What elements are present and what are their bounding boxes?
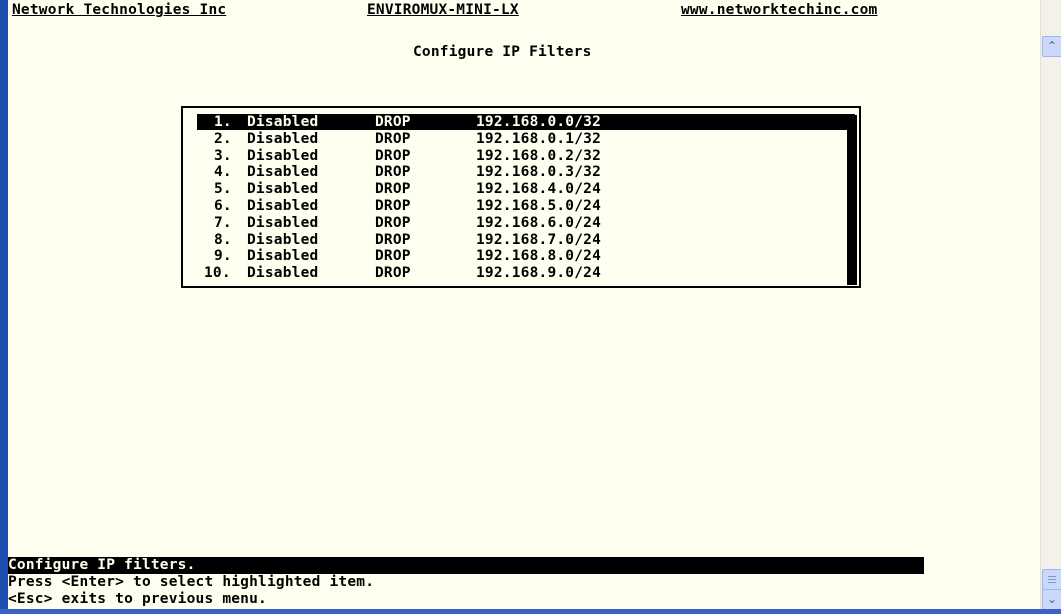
filter-address: 192.168.5.0/24 bbox=[476, 198, 602, 214]
filter-state: Disabled bbox=[247, 181, 319, 198]
filter-address: 192.168.0.1/32 bbox=[476, 130, 602, 147]
page-title: Configure IP Filters bbox=[413, 44, 592, 60]
filter-action: DROP bbox=[375, 130, 411, 147]
help-enter-text: Press <Enter> to select highlighted item… bbox=[8, 574, 375, 590]
filter-number: 5. bbox=[214, 181, 232, 198]
help-esc-text: <Esc> exits to previous menu. bbox=[8, 591, 267, 607]
filter-state: Disabled bbox=[247, 198, 319, 214]
filter-number: 2. bbox=[214, 130, 232, 147]
status-bar: Configure IP filters. bbox=[8, 557, 924, 574]
filter-row[interactable]: 6. Disabled DROP 192.168.5.0/24 bbox=[183, 198, 859, 214]
filter-row[interactable]: 3. Disabled DROP 192.168.0.2/32 bbox=[183, 148, 859, 164]
scroll-down-button[interactable]: ⌄ bbox=[1042, 589, 1061, 610]
filter-action: DROP bbox=[375, 164, 411, 181]
filter-address: 192.168.8.0/24 bbox=[476, 248, 602, 265]
filter-state: Disabled bbox=[247, 214, 319, 231]
filter-action: DROP bbox=[375, 265, 411, 282]
thumb-grip-line bbox=[1048, 582, 1056, 583]
filter-state: Disabled bbox=[247, 248, 319, 265]
filter-row[interactable]: 5. Disabled DROP 192.168.4.0/24 bbox=[183, 181, 859, 197]
terminal-window: Network Technologies Inc ENVIROMUX-MINI-… bbox=[0, 0, 1040, 614]
filter-address: 192.168.7.0/24 bbox=[476, 231, 602, 248]
filter-row[interactable]: 8. Disabled DROP 192.168.7.0/24 bbox=[183, 232, 859, 248]
header-bar: Network Technologies Inc ENVIROMUX-MINI-… bbox=[0, 2, 1040, 19]
company-name: Network Technologies Inc bbox=[12, 2, 227, 18]
filter-row[interactable]: 2. Disabled DROP 192.168.0.1/32 bbox=[183, 131, 859, 147]
filter-row[interactable]: 1. Disabled DROP 192.168.0.0/32 bbox=[197, 114, 855, 130]
status-message: Configure IP filters. bbox=[8, 557, 196, 573]
filter-row[interactable]: 9. Disabled DROP 192.168.8.0/24 bbox=[183, 248, 859, 264]
vertical-scrollbar[interactable]: ⌃ ⌄ bbox=[1040, 0, 1061, 610]
ip-filter-list[interactable]: 1. Disabled DROP 192.168.0.0/32 2. Disabled DR… bbox=[181, 106, 861, 288]
help-line-2: <Esc> exits to previous menu. bbox=[8, 591, 1040, 608]
website-url: www.networktechinc.com bbox=[681, 2, 878, 18]
filter-number: 7. bbox=[214, 214, 232, 231]
window-frame-bottom bbox=[0, 609, 1061, 614]
filter-number: 6. bbox=[214, 198, 232, 214]
filter-action: DROP bbox=[375, 248, 411, 265]
filter-address: 192.168.9.0/24 bbox=[476, 265, 602, 282]
window-frame-left bbox=[0, 0, 8, 612]
filter-number: 9. bbox=[214, 248, 232, 265]
filter-address: 192.168.4.0/24 bbox=[476, 181, 602, 198]
chevron-up-icon: ⌃ bbox=[1046, 39, 1058, 53]
filter-state: Disabled bbox=[247, 265, 319, 282]
filter-state: Disabled bbox=[247, 231, 319, 248]
product-name: ENVIROMUX-MINI-LX bbox=[367, 2, 519, 18]
filter-number: 3. bbox=[214, 147, 232, 164]
filter-action: DROP bbox=[375, 114, 411, 130]
filter-row[interactable]: 7. Disabled DROP 192.168.6.0/24 bbox=[183, 215, 859, 231]
filter-state: Disabled bbox=[247, 114, 319, 130]
filter-action: DROP bbox=[375, 198, 411, 214]
filter-action: DROP bbox=[375, 231, 411, 248]
filter-row[interactable]: 4. Disabled DROP 192.168.0.3/32 bbox=[183, 164, 859, 180]
filter-action: DROP bbox=[375, 147, 411, 164]
filter-state: Disabled bbox=[247, 164, 319, 181]
filter-address: 192.168.0.3/32 bbox=[476, 164, 602, 181]
help-line-1: Press <Enter> to select highlighted item… bbox=[8, 574, 1040, 591]
filter-number: 4. bbox=[214, 164, 232, 181]
filter-row[interactable]: 10. Disabled DROP 192.168.9.0/24 bbox=[183, 265, 859, 281]
thumb-grip-line bbox=[1048, 579, 1056, 580]
filter-number: 10. bbox=[204, 265, 231, 282]
thumb-grip-line bbox=[1048, 576, 1056, 577]
filter-address: 192.168.0.0/32 bbox=[476, 114, 602, 130]
filter-action: DROP bbox=[375, 214, 411, 231]
filter-action: DROP bbox=[375, 181, 411, 198]
scroll-up-button[interactable]: ⌃ bbox=[1042, 36, 1061, 57]
scroll-thumb[interactable] bbox=[1042, 569, 1061, 590]
filter-address: 192.168.6.0/24 bbox=[476, 214, 602, 231]
filter-address: 192.168.0.2/32 bbox=[476, 147, 602, 164]
chevron-down-icon: ⌄ bbox=[1046, 592, 1058, 606]
filter-number: 8. bbox=[214, 231, 232, 248]
filter-state: Disabled bbox=[247, 147, 319, 164]
filter-number: 1. bbox=[214, 114, 232, 130]
page-title-row: Configure IP Filters bbox=[0, 44, 1040, 61]
filter-state: Disabled bbox=[247, 130, 319, 147]
